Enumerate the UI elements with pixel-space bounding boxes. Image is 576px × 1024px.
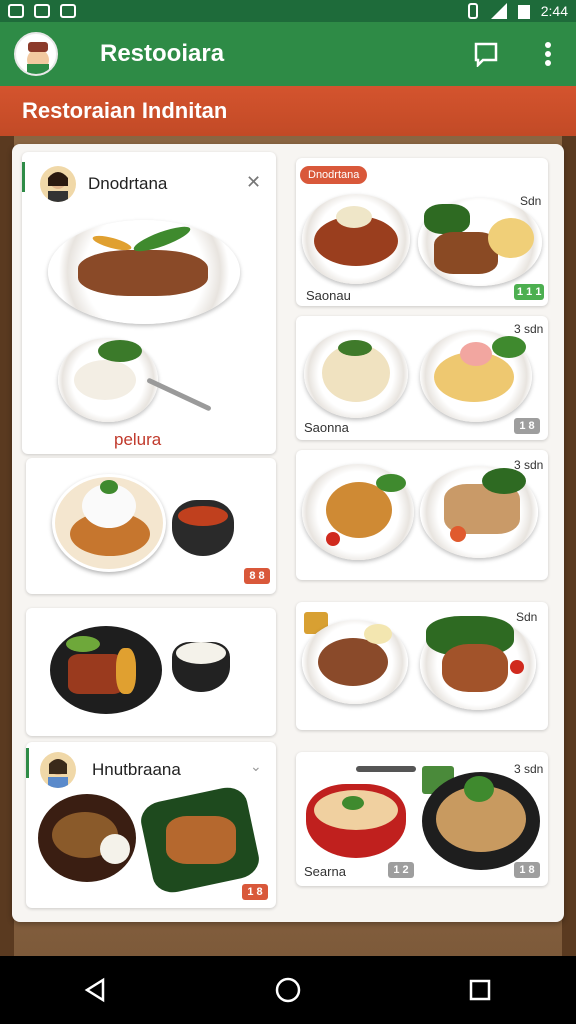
menu-card[interactable]: 3 sdn Searna 1 2 1 8 — [296, 752, 548, 886]
menu-panel: Dnodrtana ✕ pelura 8 8 Hnutbraana ⌄ 1 8 … — [12, 144, 564, 922]
chef-avatar[interactable] — [14, 32, 58, 76]
menu-card[interactable]: Dnodrtana Sdn Saonau 1 1 1 — [296, 158, 548, 306]
price-badge: 1 8 — [514, 862, 540, 878]
person-icon — [48, 759, 68, 788]
menu-card[interactable]: Hnutbraana ⌄ 1 8 — [26, 742, 276, 908]
chat-button[interactable] — [472, 40, 500, 68]
menu-card[interactable] — [26, 608, 276, 736]
vibrate-icon — [467, 3, 478, 19]
dish-caption: Searna — [304, 864, 346, 879]
chevron-down-icon[interactable]: ⌄ — [250, 758, 262, 775]
corner-label: Sdn — [520, 194, 542, 208]
back-button[interactable] — [76, 970, 116, 1010]
price-badge: 1 8 — [242, 884, 268, 900]
system-nav-bar — [0, 956, 576, 1024]
price-badge: 1 1 1 — [514, 284, 545, 300]
app-bar: Restooiara — [0, 22, 576, 86]
corner-label: Sdn — [516, 610, 538, 624]
sub-header-title: Restoraian Indnitan — [22, 98, 228, 123]
menu-card[interactable]: 3 sdn Saonna 1 8 — [296, 316, 548, 440]
status-bar: 2:44 — [0, 0, 576, 22]
battery-icon — [517, 5, 530, 19]
app-title: Restooiara — [100, 40, 225, 67]
menu-card[interactable]: Sdn — [296, 602, 548, 730]
recents-square-icon — [469, 979, 491, 1001]
price-badge: 1 8 — [514, 418, 540, 434]
chat-icon — [474, 42, 498, 67]
chef-avatar-icon — [27, 42, 49, 74]
corner-label: 3 sdn — [514, 322, 544, 336]
chef-avatar-small — [40, 752, 76, 788]
price-badge: 1 2 — [388, 862, 414, 878]
more-options-button[interactable] — [534, 40, 562, 68]
signal-icon — [490, 3, 507, 19]
card-title: Dnodrtana — [88, 174, 168, 193]
menu-card[interactable]: 3 sdn — [296, 450, 548, 580]
recents-button[interactable] — [460, 970, 500, 1010]
dish-label: pelura — [114, 430, 162, 449]
menu-card[interactable]: Dnodrtana ✕ pelura — [22, 152, 276, 454]
person-icon — [48, 172, 68, 202]
more-vert-icon — [545, 42, 551, 66]
dish-caption: Saonna — [304, 420, 349, 435]
back-triangle-icon — [84, 977, 105, 1003]
chef-avatar-small — [40, 166, 76, 202]
app-icon — [60, 4, 76, 18]
dish-caption: Saonau — [306, 288, 351, 303]
category-tag[interactable]: Dnodrtana — [300, 166, 368, 184]
image-icon — [34, 4, 50, 18]
notification-icon — [8, 4, 24, 18]
card-title: Hnutbraana — [92, 760, 181, 779]
home-circle-icon — [275, 977, 301, 1003]
close-icon[interactable]: ✕ — [246, 172, 261, 193]
corner-label: 3 sdn — [514, 762, 544, 776]
corner-label: 3 sdn — [514, 458, 544, 472]
sub-header: Restoraian Indnitan — [0, 86, 576, 136]
status-time: 2:44 — [540, 3, 568, 19]
menu-card[interactable]: 8 8 — [26, 458, 276, 594]
home-button[interactable] — [268, 970, 308, 1010]
price-badge: 8 8 — [244, 568, 270, 584]
